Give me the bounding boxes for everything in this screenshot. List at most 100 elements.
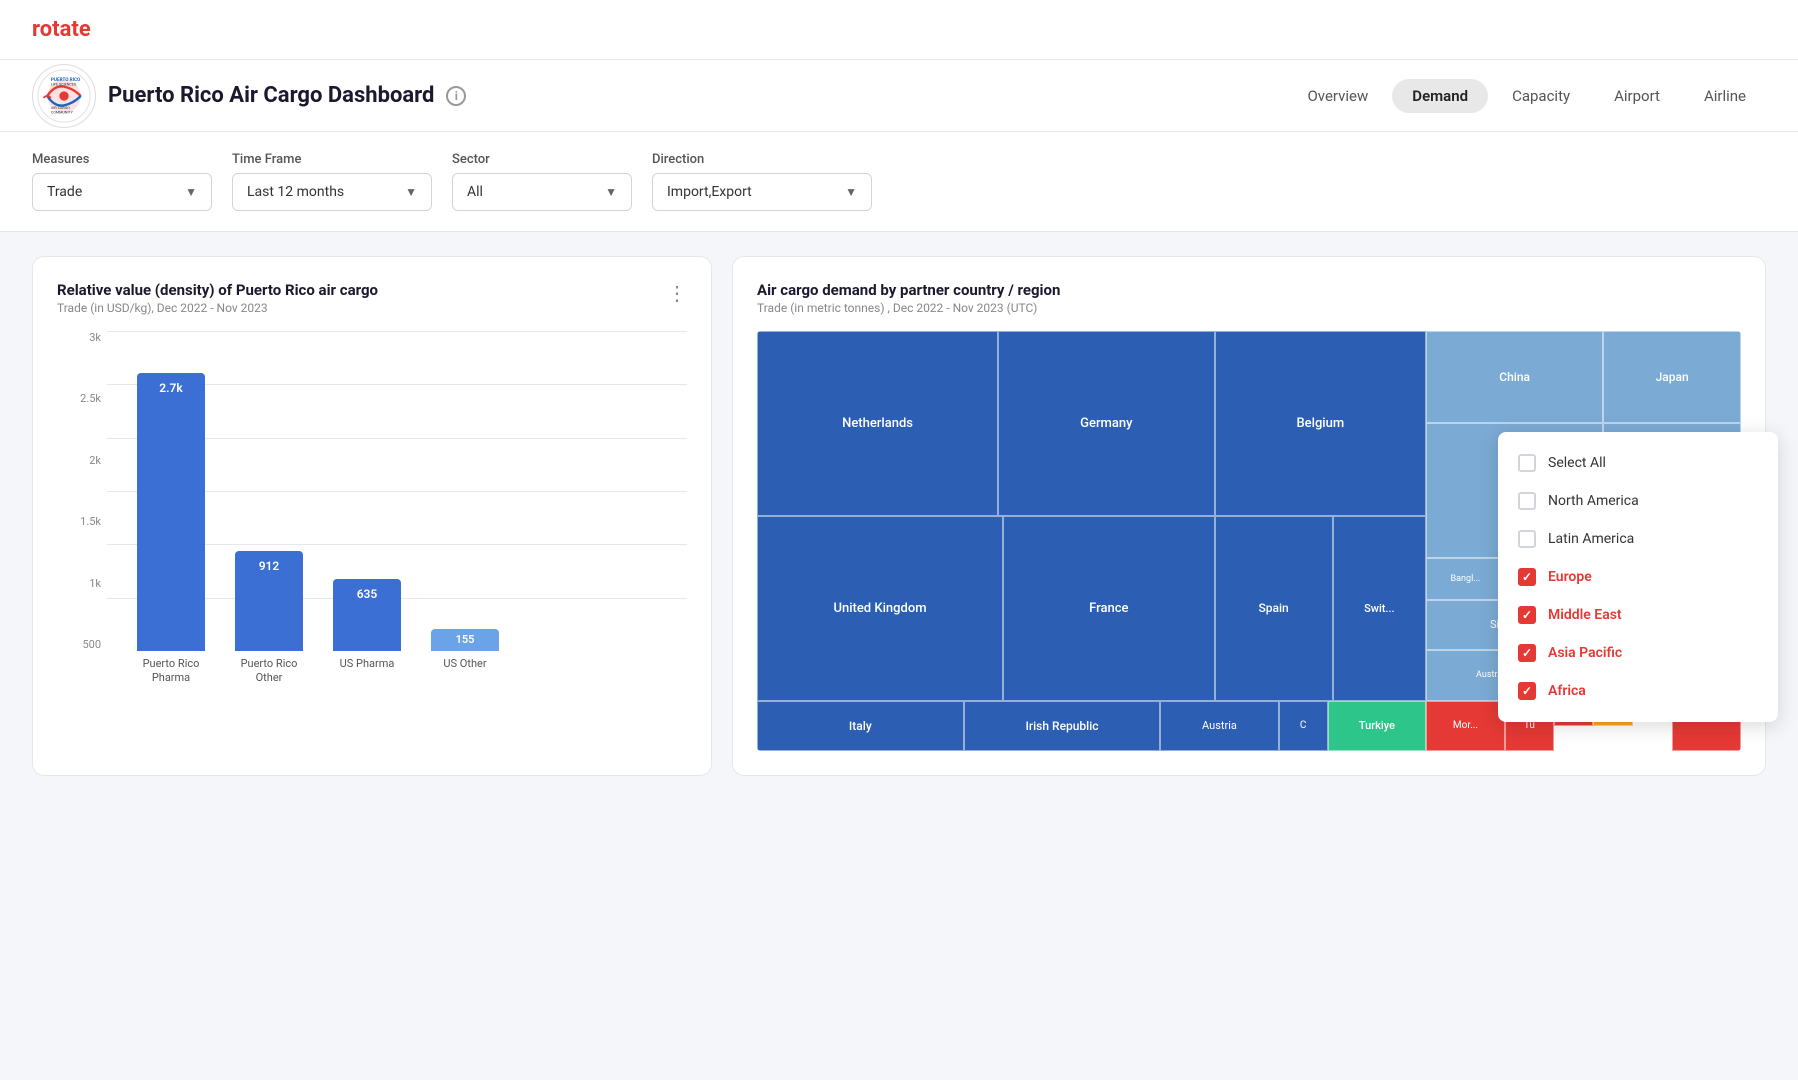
dropdown-item-latin-america[interactable]: Latin America [1498, 520, 1778, 558]
page-title: Puerto Rico Air Cargo Dashboard [108, 83, 434, 108]
treemap-cell-belgium: Belgium [1215, 331, 1427, 516]
treemap-title: Air cargo demand by partner country / re… [757, 281, 1060, 299]
measures-arrow: ▼ [185, 185, 197, 199]
direction-label: Direction [652, 152, 872, 167]
nav-overview[interactable]: Overview [1287, 79, 1388, 113]
dropdown-item-africa[interactable]: Africa [1498, 672, 1778, 710]
direction-arrow: ▼ [845, 185, 857, 199]
main-nav: Overview Demand Capacity Airport Airline [1287, 79, 1766, 113]
sector-dropdown[interactable]: All ▼ [452, 173, 632, 211]
svg-text:COMMUNITY: COMMUNITY [51, 110, 74, 114]
treemap-cell-china: China [1426, 331, 1603, 423]
top-header: rotate [0, 0, 1798, 60]
dropdown-label-asia-pacific: Asia Pacific [1548, 645, 1622, 661]
region-dropdown-overlay: Select All North America Latin America E… [1498, 432, 1778, 722]
y-label-500: 500 [82, 638, 101, 651]
dropdown-item-asia-pacific[interactable]: Asia Pacific [1498, 634, 1778, 672]
checkbox-middle-east[interactable] [1518, 606, 1536, 624]
checkbox-africa[interactable] [1518, 682, 1536, 700]
y-label-2k: 2k [89, 454, 101, 467]
bar-chart-menu[interactable]: ⋮ [667, 281, 687, 305]
treemap-cell-mor: Mor... [1426, 701, 1505, 751]
sector-value: All [467, 184, 483, 200]
bar-pr-other: 912 [235, 551, 303, 651]
dashboard-header: PUERTO RICO LIFE SCIENCES AIR CARGO COMM… [0, 60, 1798, 132]
bar-chart-area: 3k 2.5k 2k 1.5k 1k 500 [57, 331, 687, 691]
bar-us-other: 155 [431, 629, 499, 651]
nav-demand[interactable]: Demand [1392, 79, 1488, 113]
treemap-cell-austria: Austria [1160, 701, 1278, 751]
dropdown-label-europe: Europe [1548, 569, 1592, 585]
logo: rotate [32, 17, 91, 42]
svg-text:LIFE SCIENCES: LIFE SCIENCES [51, 82, 77, 86]
treemap-cell-bangl: Bangl... [1426, 558, 1505, 600]
timeframe-dropdown[interactable]: Last 12 months ▼ [232, 173, 432, 211]
timeframe-label: Time Frame [232, 152, 432, 167]
treemap-cell-irish-republic: Irish Republic [964, 701, 1161, 751]
dropdown-label-select-all: Select All [1548, 455, 1606, 471]
bar-group-pr-pharma: 2.7k [137, 373, 205, 651]
dropdown-item-select-all[interactable]: Select All [1498, 444, 1778, 482]
dropdown-label-africa: Africa [1548, 683, 1586, 699]
main-content: Relative value (density) of Puerto Rico … [0, 232, 1798, 800]
treemap-header: Air cargo demand by partner country / re… [757, 281, 1741, 315]
nav-capacity[interactable]: Capacity [1492, 79, 1590, 113]
measures-value: Trade [47, 184, 82, 200]
y-label-1k: 1k [89, 577, 101, 590]
bar-group-us-other: 155 [431, 629, 499, 651]
bar-chart-header: Relative value (density) of Puerto Rico … [57, 281, 687, 315]
title-area: PUERTO RICO LIFE SCIENCES AIR CARGO COMM… [32, 64, 466, 128]
sector-arrow: ▼ [605, 185, 617, 199]
checkbox-latin-america[interactable] [1518, 530, 1536, 548]
treemap-cell-japan: Japan [1603, 331, 1741, 423]
y-label-3k: 3k [89, 331, 101, 344]
treemap-cell-uk: United Kingdom [757, 516, 1003, 701]
dropdown-item-middle-east[interactable]: Middle East [1498, 596, 1778, 634]
treemap-subtitle: Trade (in metric tonnes) , Dec 2022 - No… [757, 301, 1060, 315]
direction-dropdown[interactable]: Import,Export ▼ [652, 173, 872, 211]
measures-label: Measures [32, 152, 212, 167]
y-axis: 3k 2.5k 2k 1.5k 1k 500 [57, 331, 101, 651]
measures-filter: Measures Trade ▼ [32, 152, 212, 211]
bars-container: 2.7k 912 635 155 [107, 331, 687, 651]
bar-chart-card: Relative value (density) of Puerto Rico … [32, 256, 712, 776]
treemap-cell-france: France [1003, 516, 1215, 701]
nav-airline[interactable]: Airline [1684, 79, 1766, 113]
logo-red: e [79, 17, 91, 42]
bar-chart-subtitle: Trade (in USD/kg), Dec 2022 - Nov 2023 [57, 301, 378, 315]
x-label-us-pharma: US Pharma [333, 657, 401, 671]
sector-label: Sector [452, 152, 632, 167]
svg-text:AIR CARGO: AIR CARGO [51, 106, 70, 110]
bar-chart-title-group: Relative value (density) of Puerto Rico … [57, 281, 378, 315]
org-logo: PUERTO RICO LIFE SCIENCES AIR CARGO COMM… [32, 64, 96, 128]
nav-airport[interactable]: Airport [1594, 79, 1680, 113]
treemap-cell-italy: Italy [757, 701, 964, 751]
dropdown-item-europe[interactable]: Europe [1498, 558, 1778, 596]
bar-pr-pharma: 2.7k [137, 373, 205, 651]
x-axis: Puerto RicoPharma Puerto RicoOther US Ph… [107, 651, 687, 691]
dropdown-item-north-america[interactable]: North America [1498, 482, 1778, 520]
filters-bar: Measures Trade ▼ Time Frame Last 12 mont… [0, 132, 1798, 232]
x-label-us-other: US Other [431, 657, 499, 671]
dropdown-label-north-america: North America [1548, 493, 1639, 509]
checkbox-select-all[interactable] [1518, 454, 1536, 472]
bar-chart-title: Relative value (density) of Puerto Rico … [57, 281, 378, 299]
measures-dropdown[interactable]: Trade ▼ [32, 173, 212, 211]
treemap-cell-spain: Spain [1215, 516, 1333, 701]
checkbox-asia-pacific[interactable] [1518, 644, 1536, 662]
treemap-cell-netherlands: Netherlands [757, 331, 998, 516]
treemap-title-group: Air cargo demand by partner country / re… [757, 281, 1060, 315]
timeframe-arrow: ▼ [405, 185, 417, 199]
info-icon[interactable]: i [446, 86, 466, 106]
checkbox-north-america[interactable] [1518, 492, 1536, 510]
timeframe-value: Last 12 months [247, 184, 344, 200]
direction-filter: Direction Import,Export ▼ [652, 152, 872, 211]
x-label-pr-pharma: Puerto RicoPharma [137, 657, 205, 686]
bar-group-us-pharma: 635 [333, 579, 401, 651]
checkbox-europe[interactable] [1518, 568, 1536, 586]
treemap-cell-turkiye: Turkiye [1328, 701, 1426, 751]
treemap-cell-c: C [1279, 701, 1328, 751]
y-label-2-5k: 2.5k [80, 392, 101, 405]
treemap-cell-germany: Germany [998, 331, 1214, 516]
direction-value: Import,Export [667, 184, 752, 200]
